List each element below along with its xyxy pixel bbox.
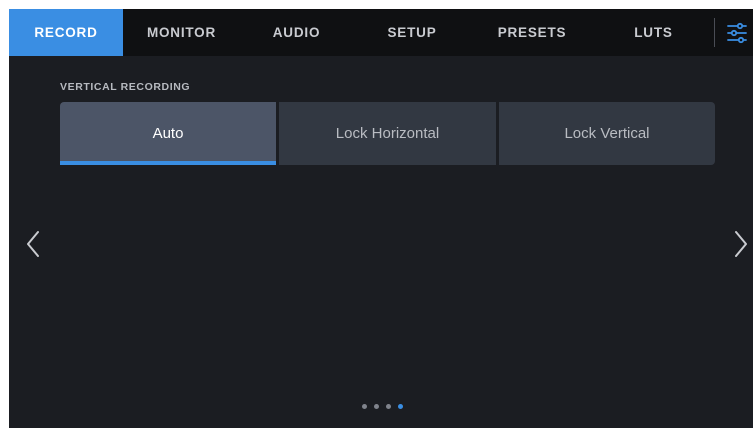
tab-audio[interactable]: AUDIO [240, 9, 353, 56]
sliders-icon [727, 22, 747, 44]
option-label: Auto [152, 125, 184, 142]
selected-indicator [60, 161, 276, 165]
chevron-right-icon [735, 231, 747, 257]
page-dot [374, 404, 379, 409]
tab-record[interactable]: RECORD [9, 9, 123, 56]
chevron-left-icon [27, 231, 39, 257]
option-label: Lock Horizontal [335, 125, 440, 142]
option-auto-button[interactable]: Auto [60, 102, 276, 165]
tab-setup[interactable]: SETUP [353, 9, 471, 56]
tab-bar: RECORD MONITOR AUDIO SETUP PRESETS LUTS [9, 9, 753, 56]
page-indicator [362, 404, 422, 412]
tab-monitor[interactable]: MONITOR [123, 9, 240, 56]
page-dot [386, 404, 391, 409]
settings-button[interactable] [721, 17, 753, 49]
tab-divider [714, 18, 715, 47]
section-title: VERTICAL RECORDING [60, 81, 191, 93]
option-lock-vertical-button[interactable]: Lock Vertical [499, 102, 715, 165]
tab-presets[interactable]: PRESETS [471, 9, 593, 56]
tab-luts[interactable]: LUTS [593, 9, 714, 56]
camera-screen: RECORD MONITOR AUDIO SETUP PRESETS LUTS … [9, 9, 753, 428]
option-lock-horizontal-button[interactable]: Lock Horizontal [279, 102, 496, 165]
page-dot-active [398, 404, 403, 409]
page-dot [362, 404, 367, 409]
next-page-button[interactable] [729, 227, 751, 261]
prev-page-button[interactable] [23, 227, 45, 261]
option-label: Lock Vertical [564, 125, 650, 142]
